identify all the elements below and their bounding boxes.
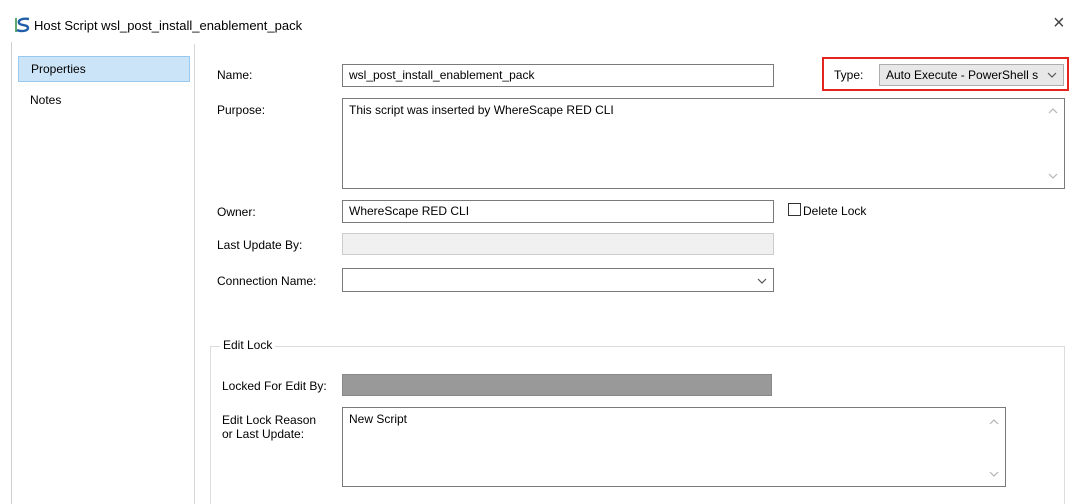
owner-field[interactable]: WhereScape RED CLI: [342, 200, 774, 223]
edit-lock-reason-label-line1: Edit Lock Reason: [222, 413, 317, 427]
scroll-down-icon[interactable]: [1048, 172, 1058, 180]
purpose-text: This script was inserted by WhereScape R…: [349, 103, 614, 117]
sidebar-item-notes[interactable]: Notes: [18, 88, 190, 114]
connection-name-label: Connection Name:: [217, 274, 317, 288]
close-icon[interactable]: ×: [1053, 13, 1065, 33]
type-label: Type:: [834, 68, 864, 82]
chevron-down-icon: [757, 278, 767, 284]
window-title: Host Script wsl_post_install_enablement_…: [34, 18, 303, 33]
last-update-by-label: Last Update By:: [217, 238, 303, 252]
name-label: Name:: [217, 68, 253, 82]
edit-lock-reason-text: New Script: [349, 412, 408, 426]
scroll-up-icon[interactable]: [989, 418, 999, 426]
delete-lock-label: Delete Lock: [803, 204, 867, 218]
sidebar-item-label: Notes: [30, 93, 62, 107]
scroll-up-icon[interactable]: [1048, 107, 1058, 115]
sidebar: Properties Notes: [12, 44, 195, 504]
delete-lock-checkbox[interactable]: [788, 203, 801, 216]
locked-for-edit-by-label: Locked For Edit By:: [222, 379, 327, 393]
purpose-label: Purpose:: [217, 103, 266, 117]
type-dropdown[interactable]: Auto Execute - PowerShell s: [879, 64, 1064, 86]
chevron-down-icon: [1047, 72, 1057, 78]
edit-lock-reason-textarea[interactable]: New Script: [342, 407, 1006, 487]
wherescape-logo-icon: [15, 17, 33, 33]
sidebar-item-properties[interactable]: Properties: [18, 56, 190, 82]
sidebar-item-label: Properties: [31, 62, 86, 76]
last-update-by-field: [342, 233, 774, 255]
type-dropdown-value: Auto Execute - PowerShell s: [886, 68, 1039, 82]
edit-lock-reason-label-line2: or Last Update:: [222, 427, 305, 441]
purpose-textarea[interactable]: This script was inserted by WhereScape R…: [342, 98, 1065, 189]
scroll-down-icon[interactable]: [989, 470, 999, 478]
owner-label: Owner:: [217, 205, 256, 219]
name-field[interactable]: wsl_post_install_enablement_pack: [342, 64, 774, 87]
locked-for-edit-by-field: [342, 374, 772, 396]
connection-name-dropdown[interactable]: [342, 268, 774, 292]
edit-lock-title: Edit Lock: [220, 338, 276, 352]
